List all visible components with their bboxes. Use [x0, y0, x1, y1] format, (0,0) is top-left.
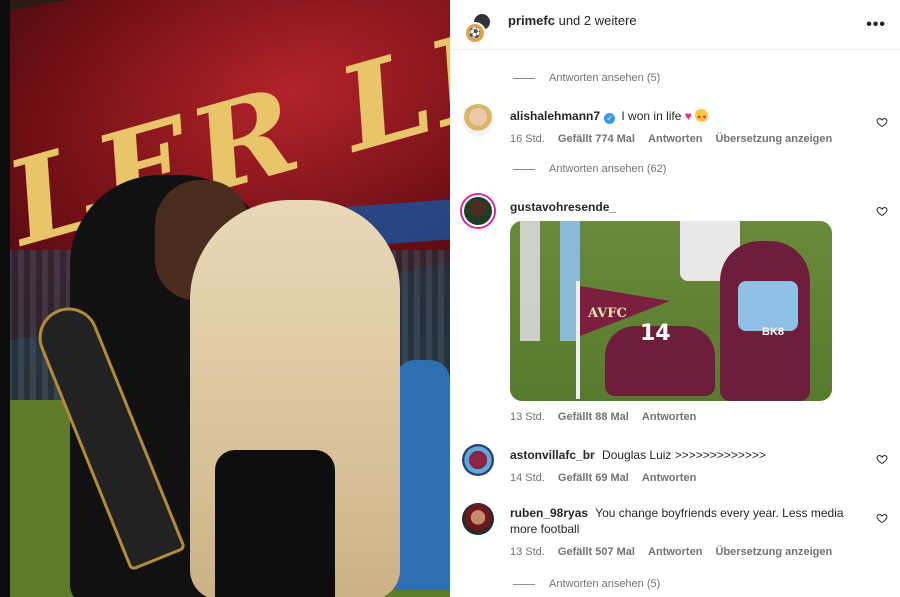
comment-body: ruben_98ryas You change boyfriends every…	[510, 505, 860, 560]
comment-body: 13 Std. Gefällt 88 Mal Antworten	[510, 405, 860, 425]
gif-sponsor: BK8	[762, 326, 785, 338]
gif-flag-text: AVFC	[588, 306, 627, 321]
photo-bystander	[395, 360, 450, 590]
comment-likes[interactable]: Gefällt 69 Mal	[558, 472, 629, 484]
like-heart-icon[interactable]	[876, 453, 888, 465]
translate-button[interactable]: Übersetzung anzeigen	[715, 546, 832, 558]
comment-meta: 13 Std. Gefällt 507 Mal Antworten Überse…	[510, 544, 860, 560]
comment-meta: 16 Std. Gefällt 774 Mal Antworten Überse…	[510, 131, 860, 147]
gif-player-sleeve	[738, 281, 798, 331]
comment-likes[interactable]: Gefällt 88 Mal	[558, 411, 629, 423]
gif-shirt-number: 14	[640, 321, 671, 346]
author-avatars[interactable]: ⚽	[464, 12, 494, 44]
view-replies-button[interactable]: Antworten ansehen (62)	[513, 163, 666, 175]
like-heart-icon[interactable]	[876, 205, 888, 217]
comment-username[interactable]: alishalehmann7	[510, 109, 600, 123]
reply-button[interactable]: Antworten	[642, 411, 696, 423]
comment-time[interactable]: 16 Std.	[510, 133, 545, 145]
reply-button[interactable]: Antworten	[648, 133, 702, 145]
avatar: ⚽	[464, 22, 486, 44]
comment-text: I won in life	[621, 109, 682, 123]
comment-time[interactable]: 14 Std.	[510, 472, 545, 484]
comment-username[interactable]: astonvillafc_br	[510, 448, 595, 462]
comment-body: alishalehmann7 ✓ I won in life ♥ 16 Std. …	[510, 108, 860, 147]
comment-likes[interactable]: Gefällt 507 Mal	[558, 546, 635, 558]
translate-button[interactable]: Übersetzung anzeigen	[715, 133, 832, 145]
comment-likes[interactable]: Gefällt 774 Mal	[558, 133, 635, 145]
reply-button[interactable]: Antworten	[648, 546, 702, 558]
comment-username[interactable]: gustavohresende_	[510, 200, 616, 214]
view-replies-label: Antworten ansehen (5)	[549, 72, 661, 84]
comment-username[interactable]: ruben_98ryas	[510, 506, 588, 520]
heart-eyes-emoji-icon	[695, 109, 709, 126]
comment-body: astonvillafc_br Douglas Luiz >>>>>>>>>>>…	[510, 447, 860, 486]
comment-time[interactable]: 13 Std.	[510, 411, 545, 423]
view-replies-label: Antworten ansehen (5)	[549, 578, 661, 590]
comment-time[interactable]: 13 Std.	[510, 546, 545, 558]
comment-meta: 14 Std. Gefällt 69 Mal Antworten	[510, 470, 860, 486]
replies-dash	[513, 583, 535, 585]
comments-panel: ⚽ primefc und 2 weitere ••• Antworten an…	[450, 0, 900, 597]
gif-corner-pole	[576, 281, 580, 399]
author-suffix[interactable]: und 2 weitere	[559, 13, 637, 28]
avatar[interactable]	[462, 195, 494, 227]
more-options-icon[interactable]: •••	[866, 16, 886, 34]
pink-heart-emoji-icon: ♥	[684, 109, 692, 123]
comment-text: Douglas Luiz >>>>>>>>>>>>>	[602, 448, 766, 462]
post-header: ⚽ primefc und 2 weitere •••	[450, 0, 900, 50]
post-authors: primefc und 2 weitere	[508, 13, 637, 28]
view-replies-label: Antworten ansehen (62)	[549, 163, 667, 175]
view-replies-button[interactable]: Antworten ansehen (5)	[513, 72, 660, 84]
verified-badge-icon: ✓	[604, 113, 616, 124]
comment-meta: 13 Std. Gefällt 88 Mal Antworten	[510, 409, 860, 425]
view-replies-button[interactable]: Antworten ansehen (5)	[513, 578, 660, 590]
avatar[interactable]	[462, 104, 494, 136]
avatar[interactable]	[462, 503, 494, 535]
author-username[interactable]: primefc	[508, 13, 555, 28]
like-heart-icon[interactable]	[876, 116, 888, 128]
replies-dash	[513, 168, 535, 170]
like-heart-icon[interactable]	[876, 512, 888, 524]
comment-gif[interactable]: BK8 AVFC 14	[510, 221, 832, 401]
photo-dress	[215, 450, 335, 597]
comment-body: gustavohresende_	[510, 199, 860, 215]
reply-button[interactable]: Antworten	[642, 472, 696, 484]
photo-edge	[0, 0, 10, 597]
post-photo: LER LEAGU	[0, 0, 450, 597]
avatar[interactable]	[462, 444, 494, 476]
replies-dash	[513, 77, 535, 79]
